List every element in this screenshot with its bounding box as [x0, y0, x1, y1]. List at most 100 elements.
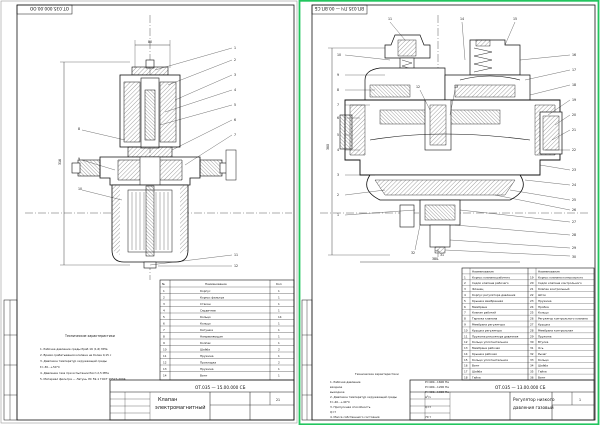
dim-height-right-label: 380 — [326, 144, 330, 150]
spec-row-qty: 14 — [278, 315, 282, 319]
sheet-left-sheet-no: 21 — [276, 398, 280, 402]
spec-row-number: 13 — [163, 367, 167, 371]
callout-number: 27 — [572, 220, 576, 224]
spec-row-number: 2 — [163, 296, 165, 300]
spec-row-name: Регулятор контрольного клапана — [538, 317, 588, 321]
spec-row-name: Шайба — [538, 364, 548, 368]
spec-row-name: Катушка — [200, 328, 213, 332]
tech-req-line: 3. Диапазон температур окружающей среды — [40, 359, 107, 363]
spec-row-name: Седло клапана контрольного — [538, 281, 582, 285]
callout-number: 9 — [78, 157, 80, 161]
spec-row-name: Пружина регулятора давления — [472, 334, 519, 338]
spec-row-name: Стакан — [200, 302, 211, 306]
tech-title: Технические характеристики — [354, 372, 399, 376]
spec-row-number: 5 — [464, 299, 466, 303]
spec-row-name: Крышка — [538, 322, 550, 326]
spec-row-name: Кольцо уплотнительное — [472, 340, 508, 344]
spec-row-name: Мембрана — [472, 305, 487, 309]
tech-line: t=-40...+40°С — [330, 400, 350, 404]
spec-row-number: 32 — [530, 352, 534, 356]
tech-line: выходное — [330, 390, 345, 394]
sheet-left[interactable]: ОТ.035.000.00.ОО 80 316 1 2 3 4 5 6 7 8 … — [0, 0, 298, 424]
callout-number: 1 — [234, 46, 236, 50]
spec-row-qty: 1 — [278, 354, 280, 358]
spec-row-number: 19 — [530, 275, 534, 279]
tech-value: Р=400...1600 Па — [425, 380, 449, 384]
callout-number: 20 — [572, 113, 576, 117]
spec-row-number: 24 — [530, 305, 534, 309]
tech-line: 2. Диапазон температур окружающей среды — [330, 395, 397, 399]
tech-req-line: 2. Время срабатывания клапана не более 0… — [40, 353, 112, 357]
spec-row-qty: 1 — [278, 367, 280, 371]
callout-number: 17 — [572, 68, 576, 72]
spec-row-name: Корпус регулятора давления — [472, 293, 516, 297]
spec-row-name: Мембрана контрольная — [538, 328, 573, 332]
sheet-right-title-code: ОТ.035 — 13.00.000 СБ — [495, 385, 546, 390]
callout-number: 4 — [337, 148, 339, 152]
spec-row-number: 26 — [530, 317, 534, 321]
spec-header: Кол — [276, 282, 282, 286]
spec-row-number: 15 — [464, 358, 468, 362]
spec-row-name: Кольцо уплотнительное — [472, 358, 508, 362]
tech-req-line: 5. Материал фильтра — Латунь ЛС 59-1 ГОС… — [40, 377, 126, 381]
callout-number: 32 — [411, 251, 415, 255]
spec-row-qty: 1 — [278, 341, 280, 345]
callout-number: 3 — [337, 173, 339, 177]
spec-row-number: 35 — [530, 370, 534, 374]
callout-number: 1 — [337, 213, 339, 217]
callout-number: 7 — [337, 103, 339, 107]
spec-row-name: Винт — [200, 374, 208, 378]
spec-row-number: 7 — [464, 311, 466, 315]
spec-row-number: 17 — [464, 370, 468, 374]
callout-number: 6 — [337, 116, 339, 120]
spec-row-number: 34 — [530, 364, 534, 368]
tech-line: 1. Рабочая давление — [330, 380, 361, 384]
callout-number: 3 — [234, 73, 236, 77]
spec-row-qty: 1 — [278, 328, 280, 332]
spec-row-name: Пружина — [200, 354, 214, 358]
callout-number: 23 — [572, 168, 576, 172]
tech-value: 70 т — [425, 415, 431, 419]
spec-row-name: Направляющая — [200, 335, 223, 339]
spec-row-name: Тарелка клапана — [471, 317, 498, 321]
spec-row-name: Клапан рабочий — [472, 311, 496, 315]
spec-row-number: 21 — [530, 287, 534, 291]
spec-row-number: 14 — [464, 352, 468, 356]
callout-number: 11 — [388, 17, 392, 21]
callout-number: 18 — [572, 83, 576, 87]
spec-row-number: 30 — [530, 340, 534, 344]
spec-row-name: Седло клапана рабочего — [472, 281, 509, 285]
sheet-right-title-name-2: давления газовый — [513, 405, 554, 410]
tech-req-line: 1. Рабочее давление среды Рраб 16 (1,6) … — [40, 347, 108, 351]
spec-row-number: 5 — [163, 315, 165, 319]
tech-req-line: t=-30...+50°С — [40, 365, 60, 369]
tech-line: 3. Пропускная способность — [330, 405, 371, 409]
spec-row-number: 18 — [464, 376, 468, 380]
tech-value: Р=400...1200 Па — [425, 385, 449, 389]
spec-row-number: 11 — [163, 354, 167, 358]
tech-line: Q=? — [330, 410, 337, 414]
spec-row-qty: 1 — [278, 309, 280, 313]
callout-number: 22 — [572, 148, 576, 152]
tech-req-title: Технические характеристики — [64, 334, 115, 338]
spec-row-qty: 1 — [278, 289, 280, 293]
spec-row-name: Винт — [472, 364, 480, 368]
callout-number: 7 — [234, 133, 236, 137]
spec-row-number: 22 — [530, 293, 534, 297]
spec-row-number: 14 — [163, 374, 167, 378]
dim-width-right-label: 380 — [432, 257, 438, 261]
spec-row-name: Винт — [538, 376, 546, 380]
spec-row-name: Фланец — [472, 287, 483, 291]
tech-line: 4. Масса собственного состояния — [330, 415, 380, 419]
spec-row-name: Прокладка — [200, 361, 216, 365]
sheet-right[interactable]: ВП.035.ПЧ — 00.ВП.СБ 380 380 11 14 15 10… — [298, 0, 600, 425]
callout-number: 29 — [572, 246, 576, 250]
spec-row-name: Корпус — [200, 289, 211, 293]
spec-row-name: Крышка рабочая — [472, 352, 497, 356]
tech-line: входное — [330, 385, 342, 389]
callout-number: 24 — [572, 183, 576, 187]
spec-row-qty: 2 — [278, 348, 280, 352]
spec-row-number: 36 — [530, 376, 534, 380]
spec-row-name: Пружина — [538, 334, 552, 338]
tech-value: м³/ч — [425, 395, 431, 399]
